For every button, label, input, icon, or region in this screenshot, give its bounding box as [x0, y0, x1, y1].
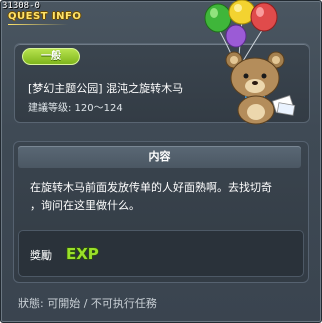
quest-status: 狀態: 可開始 / 不可执行任務 — [18, 297, 157, 310]
exp-text: EXP — [66, 245, 99, 263]
title-underline — [8, 24, 68, 25]
bear-with-balloons-icon — [204, 0, 296, 125]
quest-description-line-2: ，询问在这里做什么。 — [30, 199, 140, 212]
quest-description-line-1: 在旋转木马前面发放传单的人好面熟啊。去找切奇 — [30, 181, 272, 194]
quest-category-badge: 一般 — [22, 48, 80, 65]
quest-id: 31308-0 — [2, 1, 40, 11]
quest-description: 在旋转木马前面发放传单的人好面熟啊。去找切奇 ，询问在这里做什么。 — [30, 179, 300, 215]
exp-icon: EXP — [65, 244, 99, 263]
reward-label: 獎勵 — [30, 249, 52, 262]
window-title: QUEST INFO — [8, 11, 82, 22]
quest-level-requirement: 建議等级: 120～124 — [28, 103, 123, 114]
reward-box — [18, 230, 304, 277]
quest-name: [梦幻主题公园] 混沌之旋转木马 — [28, 82, 184, 95]
content-header: 内容 — [18, 146, 301, 168]
